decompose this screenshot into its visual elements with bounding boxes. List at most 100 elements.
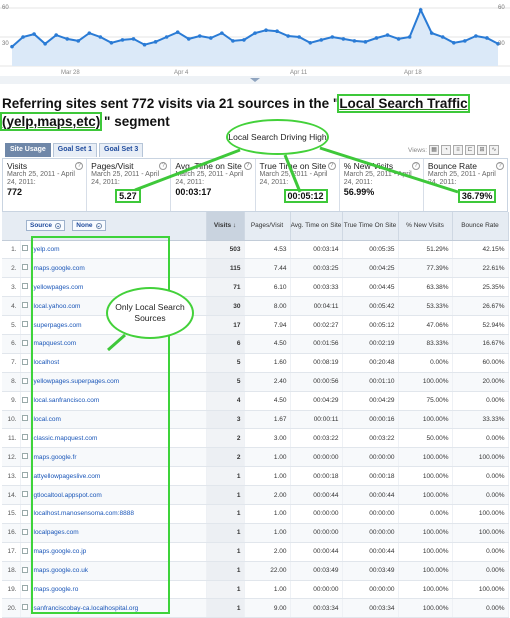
tab-goal-set-3[interactable]: Goal Set 3 [99, 143, 144, 157]
table-row[interactable]: 8. yellowpages.superpages.com 5 2.40 00:00:5… [2, 372, 509, 392]
data-point[interactable] [363, 40, 368, 44]
data-point[interactable] [297, 35, 301, 39]
source-link[interactable]: localhost [30, 353, 207, 373]
popup-icon[interactable] [22, 453, 28, 460]
data-point[interactable] [197, 34, 202, 38]
table-view-icon[interactable]: ▦ [429, 145, 440, 155]
source-link[interactable]: localpages.com [30, 523, 207, 543]
source-link[interactable]: maps.google.co.jp [30, 542, 207, 562]
popup-icon[interactable] [22, 434, 28, 441]
table-row[interactable]: 6. mapquest.com 6 4.50 00:01:56 00:02:19 83.33… [2, 334, 509, 354]
row-popup-icon[interactable] [20, 372, 31, 392]
data-point[interactable] [286, 34, 290, 38]
data-point[interactable] [485, 36, 489, 40]
source-dropdown[interactable]: Source ⌄ [26, 220, 66, 232]
data-point[interactable] [32, 32, 36, 36]
data-point[interactable] [418, 8, 423, 12]
data-point[interactable] [396, 37, 401, 41]
table-row[interactable]: 17. maps.google.co.jp 1 2.00 00:00:44 00:00:4… [2, 542, 509, 562]
col-avg-time[interactable]: Avg. Time on Site [290, 212, 343, 241]
popup-icon[interactable] [22, 321, 28, 327]
row-popup-icon[interactable] [20, 410, 31, 430]
data-point[interactable] [186, 37, 191, 41]
help-icon[interactable]: ? [411, 162, 420, 170]
data-point[interactable] [452, 41, 456, 45]
data-point[interactable] [319, 38, 324, 42]
sparkline-view-icon[interactable]: ∿ [489, 145, 500, 155]
data-point[interactable] [164, 35, 169, 39]
table-row[interactable]: 1. yelp.com 503 4.53 00:03:14 00:05:35 51.29% 4… [2, 240, 509, 260]
pivot-view-icon[interactable]: ⊞ [477, 145, 488, 155]
row-popup-icon[interactable] [20, 561, 31, 581]
popup-icon[interactable] [22, 528, 28, 535]
table-row[interactable]: 5. superpages.com 17 7.94 00:02:27 00:05:12 47… [2, 315, 509, 335]
col-visits[interactable]: Visits ↓ [206, 212, 245, 241]
popup-icon[interactable] [22, 358, 28, 365]
row-popup-icon[interactable] [20, 296, 31, 317]
data-point[interactable] [76, 39, 81, 43]
popup-icon[interactable] [22, 377, 28, 384]
table-row[interactable]: 7. localhost 5 1.60 00:08:19 00:20:48 0.00% 60.… [2, 353, 509, 373]
row-popup-icon[interactable] [20, 447, 31, 468]
data-point[interactable] [352, 39, 357, 43]
col-new-visits[interactable]: % New Visits [398, 212, 453, 241]
secondary-dimension-dropdown[interactable]: None ⌄ [72, 220, 106, 232]
popup-icon[interactable] [22, 302, 28, 309]
table-row[interactable]: 20. sanfranciscobay-ca.localhospital.org 1… [2, 598, 509, 618]
source-link[interactable]: local.com [30, 410, 207, 430]
source-link[interactable]: attyellowpageslive.com [30, 466, 207, 487]
data-point[interactable] [429, 31, 434, 35]
row-popup-icon[interactable] [20, 428, 31, 449]
data-point[interactable] [153, 40, 158, 44]
row-popup-icon[interactable] [20, 353, 31, 373]
popup-icon[interactable] [22, 245, 28, 252]
row-popup-icon[interactable] [20, 315, 31, 335]
popup-icon[interactable] [22, 472, 28, 479]
source-link[interactable]: yelp.com [30, 240, 207, 260]
col-true-time[interactable]: True Time On Site [342, 212, 399, 241]
data-point[interactable] [10, 44, 14, 49]
popup-icon[interactable] [22, 566, 28, 573]
data-point[interactable] [407, 35, 412, 39]
row-popup-icon[interactable] [20, 258, 31, 279]
source-link[interactable]: maps.google.co.uk [30, 561, 207, 581]
data-point[interactable] [308, 41, 313, 45]
table-row[interactable]: 19. maps.google.ro 1 1.00 00:00:00 00:00:00 10… [2, 580, 509, 600]
performance-view-icon[interactable]: ≡ [453, 145, 464, 155]
col-pages-visit[interactable]: Pages/Visit [244, 212, 291, 241]
source-link[interactable]: sanfranciscobay-ca.localhospital.org [30, 598, 207, 618]
popup-icon[interactable] [22, 415, 28, 422]
data-point[interactable] [275, 29, 279, 33]
source-link[interactable]: classic.mapquest.com [30, 428, 207, 449]
popup-icon[interactable] [22, 604, 28, 611]
source-link[interactable]: yellowpages.superpages.com [30, 372, 207, 392]
tab-site-usage[interactable]: Site Usage [5, 143, 51, 157]
table-row[interactable]: 9. local.sanfrancisco.com 4 4.50 00:04:29 00:… [2, 391, 509, 411]
data-point[interactable] [253, 31, 257, 35]
table-row[interactable]: 11. classic.mapquest.com 2 3.00 00:03:22 00:0… [2, 428, 509, 449]
data-point[interactable] [242, 38, 246, 42]
table-row[interactable]: 3. yellowpages.com 71 6.10 00:03:33 00:04:45 6… [2, 277, 509, 298]
row-popup-icon[interactable] [20, 542, 31, 562]
source-link[interactable]: mapquest.com [30, 334, 207, 354]
data-point[interactable] [220, 31, 224, 35]
comparison-view-icon[interactable]: ⊏ [465, 145, 476, 155]
table-row[interactable]: 4. local.yahoo.com 30 8.00 00:04:11 00:05:42 5… [2, 296, 509, 317]
data-point[interactable] [21, 35, 25, 39]
table-row[interactable]: 16. localpages.com 1 1.00 00:00:00 00:00:00 10… [2, 523, 509, 543]
row-popup-icon[interactable] [20, 598, 31, 618]
popup-icon[interactable] [22, 547, 28, 554]
popup-icon[interactable] [22, 264, 28, 271]
data-point[interactable] [264, 28, 268, 33]
source-link[interactable]: maps.google.ro [30, 580, 207, 600]
data-point[interactable] [474, 34, 478, 38]
pie-view-icon[interactable]: ◔ [441, 145, 452, 155]
table-row[interactable]: 2. maps.google.com 115 7.44 00:03:25 00:04:25… [2, 258, 509, 279]
row-popup-icon[interactable] [20, 334, 31, 354]
table-row[interactable]: 12. maps.google.fr 2 1.00 00:00:00 00:00:00 10… [2, 447, 509, 468]
table-row[interactable]: 15. localhost.manosensoma.com:8888 1 1.00 00… [2, 504, 509, 524]
source-link[interactable]: localhost.manosensoma.com:8888 [30, 504, 207, 524]
col-bounce-rate[interactable]: Bounce Rate [452, 212, 509, 241]
row-popup-icon[interactable] [20, 277, 31, 298]
popup-icon[interactable] [22, 283, 28, 290]
